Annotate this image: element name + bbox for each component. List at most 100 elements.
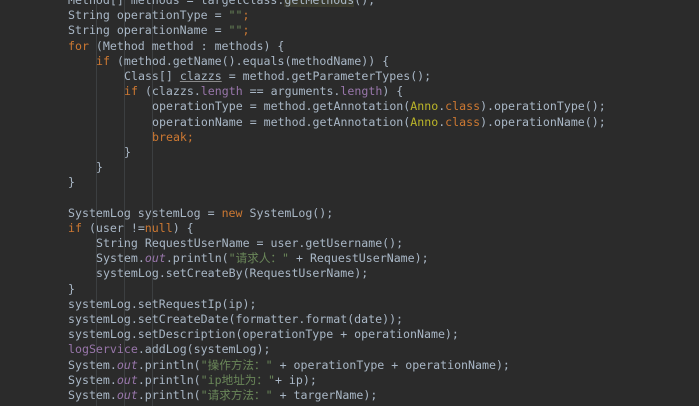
code-token: .println( bbox=[137, 357, 201, 372]
code-token: .println( bbox=[165, 251, 229, 266]
code-line[interactable]: String operationType = ""; bbox=[0, 8, 699, 23]
code-token: operationName = method.getAnnotation( bbox=[152, 114, 411, 129]
code-token: } bbox=[124, 144, 131, 159]
code-editor[interactable]: Method[] methods = targetClass.getMethod… bbox=[0, 0, 699, 406]
code-token: length bbox=[340, 84, 383, 99]
code-token: Anno bbox=[410, 114, 439, 129]
code-token: length bbox=[200, 84, 243, 99]
code-token: if bbox=[68, 220, 89, 235]
code-token: systemLog.setCreateBy(RequestUserName); bbox=[96, 266, 369, 281]
code-token: ) { bbox=[172, 220, 194, 235]
code-token: System. bbox=[68, 387, 117, 402]
code-line[interactable]: System.out.println("操作方法：" + operationTy… bbox=[0, 358, 699, 373]
code-token: == arguments. bbox=[242, 84, 341, 99]
code-token: systemLog.setDescription(operationType +… bbox=[68, 327, 459, 342]
code-token: [] methods = targetClass. bbox=[109, 0, 285, 7]
code-line[interactable]: String RequestUserName = user.getUsernam… bbox=[0, 236, 699, 251]
code-line[interactable]: String operationName = ""; bbox=[0, 23, 699, 38]
code-line[interactable]: } bbox=[0, 145, 699, 160]
code-token: (Method method : methods) { bbox=[95, 38, 285, 53]
code-line[interactable]: SystemLog systemLog = new SystemLog(); bbox=[0, 206, 699, 221]
code-token: logService bbox=[68, 342, 138, 357]
code-token: (user != bbox=[88, 220, 145, 235]
code-token: "请求方法：" bbox=[200, 387, 273, 402]
code-token: out bbox=[116, 372, 138, 387]
code-token: (); bbox=[354, 0, 376, 7]
code-line[interactable]: } bbox=[0, 175, 699, 190]
code-token: ; bbox=[242, 8, 250, 23]
code-line[interactable]: if (method.getName().equals(methodName))… bbox=[0, 54, 699, 69]
code-token: systemLog.setCreateDate(formatter.format… bbox=[68, 311, 404, 326]
code-token: ; bbox=[186, 129, 194, 144]
code-line[interactable]: Class[] clazzs = method.getParameterType… bbox=[0, 69, 699, 84]
code-line[interactable]: systemLog.setDescription(operationType +… bbox=[0, 327, 699, 342]
code-line[interactable]: Method[] methods = targetClass.getMethod… bbox=[0, 0, 699, 8]
code-token: Class[] bbox=[124, 68, 180, 83]
code-line[interactable]: systemLog.setCreateBy(RequestUserName); bbox=[0, 266, 699, 281]
code-token: out bbox=[116, 357, 138, 372]
code-line[interactable]: if (clazzs.length == arguments.length) { bbox=[0, 84, 699, 99]
code-token: systemLog.setRequestIp(ip); bbox=[68, 296, 257, 311]
code-token: ).operationType(); bbox=[480, 99, 606, 114]
code-token: null bbox=[144, 220, 173, 235]
code-line[interactable]: operationName = method.getAnnotation(Ann… bbox=[0, 115, 699, 130]
code-token: (method.getName().equals(methodName)) { bbox=[116, 53, 390, 68]
code-token: ) { bbox=[382, 84, 404, 99]
code-line[interactable]: systemLog.setCreateDate(formatter.format… bbox=[0, 312, 699, 327]
code-line[interactable]: System.out.println("ip地址为："+ ip); bbox=[0, 373, 699, 388]
code-token: + RequestUserName); bbox=[289, 251, 429, 266]
code-area[interactable]: Method[] methods = targetClass.getMethod… bbox=[0, 0, 699, 403]
code-token: ).operationName(); bbox=[480, 114, 606, 129]
code-token: "" bbox=[228, 8, 243, 23]
code-token: "" bbox=[228, 23, 243, 38]
code-line[interactable]: } bbox=[0, 282, 699, 297]
code-token: String RequestUserName = user.getUsernam… bbox=[96, 236, 404, 250]
code-token: .println( bbox=[137, 372, 201, 387]
code-line[interactable]: systemLog.setRequestIp(ip); bbox=[0, 297, 699, 312]
code-token: class bbox=[445, 99, 481, 114]
code-token: if bbox=[96, 53, 117, 68]
code-token: String operationName = bbox=[68, 23, 229, 38]
code-line[interactable]: for (Method method : methods) { bbox=[0, 39, 699, 54]
code-token: clazzs bbox=[179, 68, 222, 83]
code-token: .addLog(systemLog); bbox=[137, 342, 271, 357]
code-line[interactable]: operationType = method.getAnnotation(Ann… bbox=[0, 99, 699, 114]
code-token: out bbox=[144, 251, 166, 266]
code-token: getMethods bbox=[284, 0, 355, 7]
code-token: for bbox=[68, 38, 96, 53]
code-token: if bbox=[124, 84, 145, 99]
code-token: } bbox=[96, 160, 103, 175]
code-token: "请求人：" bbox=[228, 251, 289, 266]
code-line[interactable]: break; bbox=[0, 130, 699, 145]
code-token: String operationType = bbox=[68, 8, 229, 23]
code-token: + ip); bbox=[274, 372, 317, 387]
code-token: ; bbox=[242, 23, 250, 38]
code-token: SystemLog(); bbox=[249, 205, 334, 220]
code-token: break bbox=[152, 129, 187, 144]
code-token: out bbox=[116, 387, 138, 402]
code-token: Anno bbox=[410, 99, 439, 114]
code-token: Method bbox=[68, 0, 110, 7]
code-line[interactable]: } bbox=[0, 160, 699, 175]
code-token: class bbox=[445, 114, 481, 129]
code-token: = method.getParameterTypes(); bbox=[221, 68, 432, 83]
code-token: } bbox=[68, 175, 75, 190]
code-token: "操作方法：" bbox=[200, 357, 273, 372]
code-token: System. bbox=[68, 357, 117, 372]
code-token: System. bbox=[68, 372, 117, 387]
code-line[interactable]: System.out.println("请求人：" + RequestUserN… bbox=[0, 251, 699, 266]
code-token: new bbox=[221, 205, 250, 220]
code-line[interactable]: System.out.println("请求方法：" + targerName)… bbox=[0, 388, 699, 403]
code-token: "ip地址为：" bbox=[200, 372, 275, 387]
code-token: SystemLog systemLog = bbox=[68, 205, 222, 220]
code-line[interactable]: if (user !=null) { bbox=[0, 221, 699, 236]
code-token: + targerName); bbox=[272, 387, 378, 402]
code-token: .println( bbox=[137, 387, 201, 402]
code-line[interactable]: logService.addLog(systemLog); bbox=[0, 342, 699, 357]
code-token: + operationType + operationName); bbox=[272, 357, 510, 372]
code-token: operationType = method.getAnnotation( bbox=[152, 99, 411, 114]
code-token: (clazzs. bbox=[144, 84, 201, 99]
code-token: System. bbox=[96, 251, 145, 266]
code-token: } bbox=[68, 281, 75, 296]
code-line[interactable] bbox=[0, 190, 699, 205]
